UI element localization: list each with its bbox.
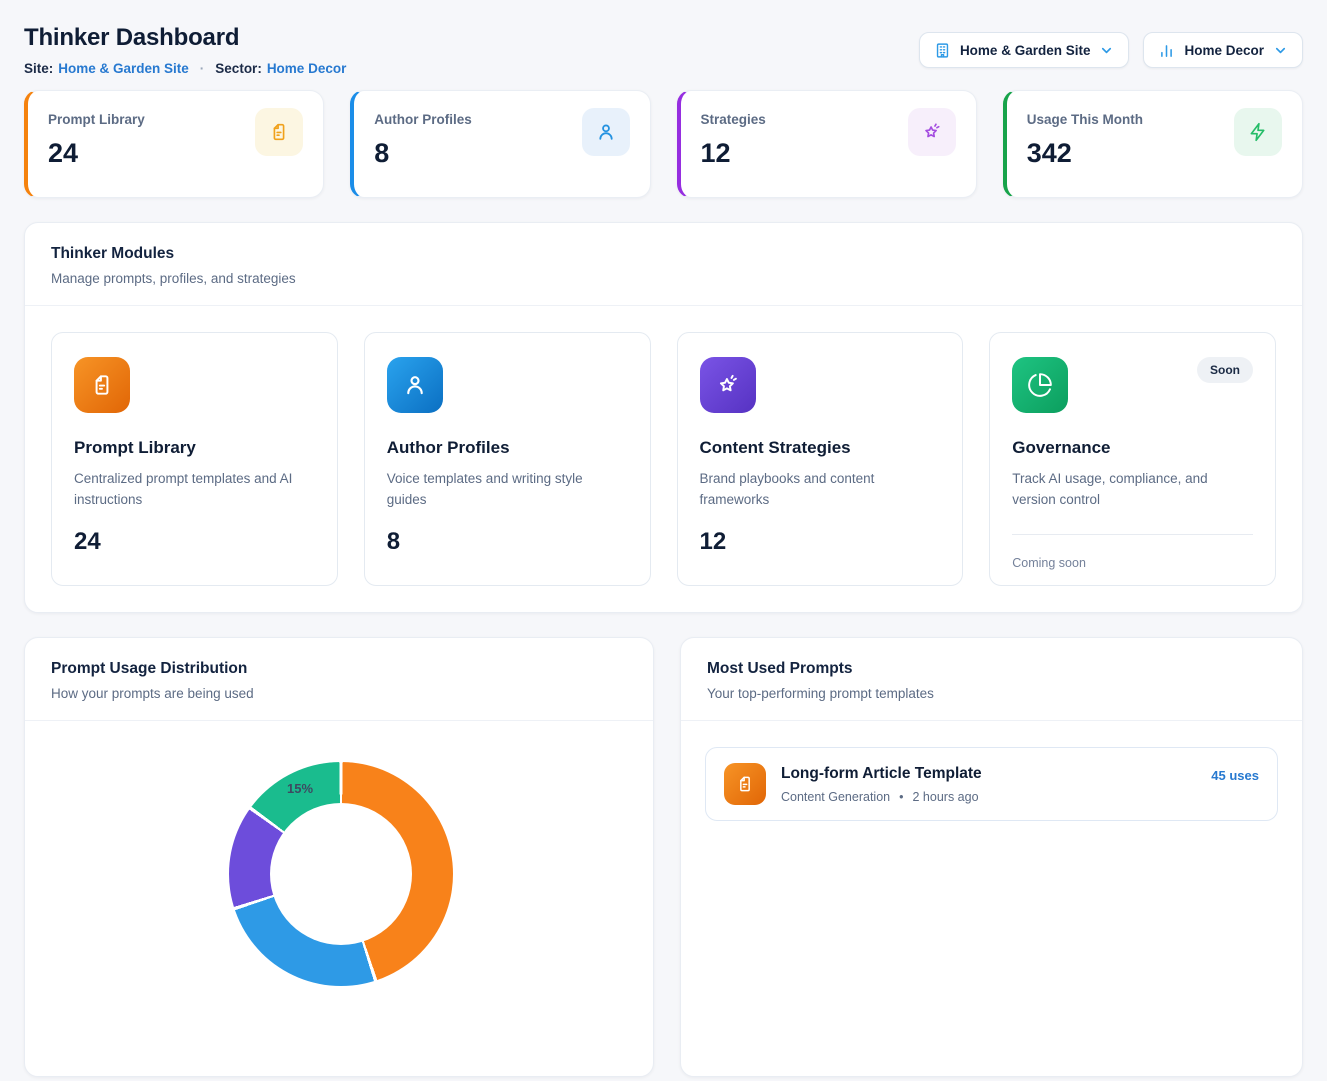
donut-chart-area: 15%	[25, 721, 653, 1081]
donut-chart: 15%	[229, 762, 453, 986]
breadcrumb: Site: Home & Garden Site · Sector: Home …	[24, 61, 346, 76]
file-text-icon	[255, 108, 303, 156]
stat-card-prompt-library: Prompt Library 24	[24, 90, 324, 198]
module-card-content-strategies[interactable]: Content Strategies Brand playbooks and c…	[677, 332, 964, 586]
stat-label: Author Profiles	[374, 108, 472, 127]
module-title: Content Strategies	[700, 438, 941, 458]
header-left: Thinker Dashboard Site: Home & Garden Si…	[24, 24, 346, 76]
module-card-governance[interactable]: Soon Governance Track AI usage, complian…	[989, 332, 1276, 586]
user-icon	[582, 108, 630, 156]
stat-card-strategies: Strategies 12	[677, 90, 977, 198]
separator-dot: ·	[200, 61, 205, 76]
stat-value: 12	[701, 138, 766, 169]
stat-value: 24	[48, 138, 145, 169]
panel-subtitle: Manage prompts, profiles, and strategies	[51, 271, 1276, 286]
stats-row: Prompt Library 24 Author Profiles 8 Stra…	[24, 90, 1303, 198]
building-icon	[934, 42, 951, 59]
stat-text: Author Profiles 8	[374, 108, 472, 180]
slice-label: 15%	[279, 781, 321, 796]
user-icon	[387, 357, 443, 413]
panel-header: Thinker Modules Manage prompts, profiles…	[25, 223, 1302, 306]
module-count: 12	[700, 528, 941, 556]
stat-value: 8	[374, 138, 472, 169]
header-actions: Home & Garden Site Home Decor	[919, 32, 1303, 68]
stat-text: Prompt Library 24	[48, 108, 145, 180]
site-selector-label: Home & Garden Site	[960, 43, 1091, 58]
prompt-item-text: Long-form Article Template Content Gener…	[781, 765, 1196, 804]
module-description: Voice templates and writing style guides	[387, 469, 622, 511]
panel-header: Prompt Usage Distribution How your promp…	[25, 638, 653, 721]
prompt-usage-card: Prompt Usage Distribution How your promp…	[24, 637, 654, 1077]
meta-dot: •	[899, 790, 903, 804]
stat-card-usage: Usage This Month 342	[1003, 90, 1303, 198]
file-text-icon	[724, 763, 766, 805]
stat-label: Prompt Library	[48, 108, 145, 127]
file-text-icon	[74, 357, 130, 413]
panel-title: Prompt Usage Distribution	[51, 660, 627, 678]
chevron-down-icon	[1273, 43, 1288, 58]
stat-card-author-profiles: Author Profiles 8	[350, 90, 650, 198]
panel-title: Thinker Modules	[51, 245, 1276, 263]
sector-selector-label: Home Decor	[1184, 43, 1264, 58]
sector-selector-dropdown[interactable]: Home Decor	[1143, 32, 1303, 68]
module-title: Governance	[1012, 438, 1253, 458]
bottom-row: Prompt Usage Distribution How your promp…	[24, 613, 1303, 1077]
prompt-category: Content Generation	[781, 790, 890, 804]
module-description: Track AI usage, compliance, and version …	[1012, 469, 1247, 511]
stat-text: Strategies 12	[701, 108, 766, 180]
most-used-prompts-card: Most Used Prompts Your top-performing pr…	[680, 637, 1303, 1077]
page-header: Thinker Dashboard Site: Home & Garden Si…	[24, 0, 1303, 76]
zap-icon	[1234, 108, 1282, 156]
prompt-time: 2 hours ago	[913, 790, 979, 804]
module-description: Brand playbooks and content frameworks	[700, 469, 935, 511]
sector-link[interactable]: Home Decor	[267, 61, 347, 76]
prompt-meta: Content Generation • 2 hours ago	[781, 790, 1196, 804]
sector-label: Sector:	[215, 61, 262, 76]
modules-grid: Prompt Library Centralized prompt templa…	[25, 306, 1302, 612]
sparkle-star-icon	[700, 357, 756, 413]
site-label: Site:	[24, 61, 53, 76]
module-card-author-profiles[interactable]: Author Profiles Voice templates and writ…	[364, 332, 651, 586]
prompt-list-item[interactable]: Long-form Article Template Content Gener…	[705, 747, 1278, 821]
prompt-title: Long-form Article Template	[781, 765, 1196, 783]
page-title: Thinker Dashboard	[24, 24, 346, 52]
site-link[interactable]: Home & Garden Site	[58, 61, 189, 76]
bar-chart-icon	[1158, 42, 1175, 59]
coming-soon-text: Coming soon	[1012, 556, 1253, 570]
chevron-down-icon	[1099, 43, 1114, 58]
module-count: 8	[387, 528, 628, 556]
module-title: Prompt Library	[74, 438, 315, 458]
module-count: 24	[74, 528, 315, 556]
panel-title: Most Used Prompts	[707, 660, 1276, 678]
panel-subtitle: How your prompts are being used	[51, 686, 627, 701]
module-card-prompt-library[interactable]: Prompt Library Centralized prompt templa…	[51, 332, 338, 586]
module-description: Centralized prompt templates and AI inst…	[74, 469, 309, 511]
site-selector-dropdown[interactable]: Home & Garden Site	[919, 32, 1130, 68]
panel-subtitle: Your top-performing prompt templates	[707, 686, 1276, 701]
divider	[1012, 534, 1253, 535]
pie-chart-icon	[1012, 357, 1068, 413]
sparkle-star-icon	[908, 108, 956, 156]
panel-header: Most Used Prompts Your top-performing pr…	[681, 638, 1302, 721]
stat-text: Usage This Month 342	[1027, 108, 1143, 180]
module-title: Author Profiles	[387, 438, 628, 458]
uses-badge: 45 uses	[1211, 768, 1259, 783]
soon-badge: Soon	[1197, 357, 1253, 383]
stat-label: Strategies	[701, 108, 766, 127]
thinker-modules-panel: Thinker Modules Manage prompts, profiles…	[24, 222, 1303, 613]
stat-label: Usage This Month	[1027, 108, 1143, 127]
stat-value: 342	[1027, 138, 1143, 169]
dashboard-page: Thinker Dashboard Site: Home & Garden Si…	[0, 0, 1327, 1077]
